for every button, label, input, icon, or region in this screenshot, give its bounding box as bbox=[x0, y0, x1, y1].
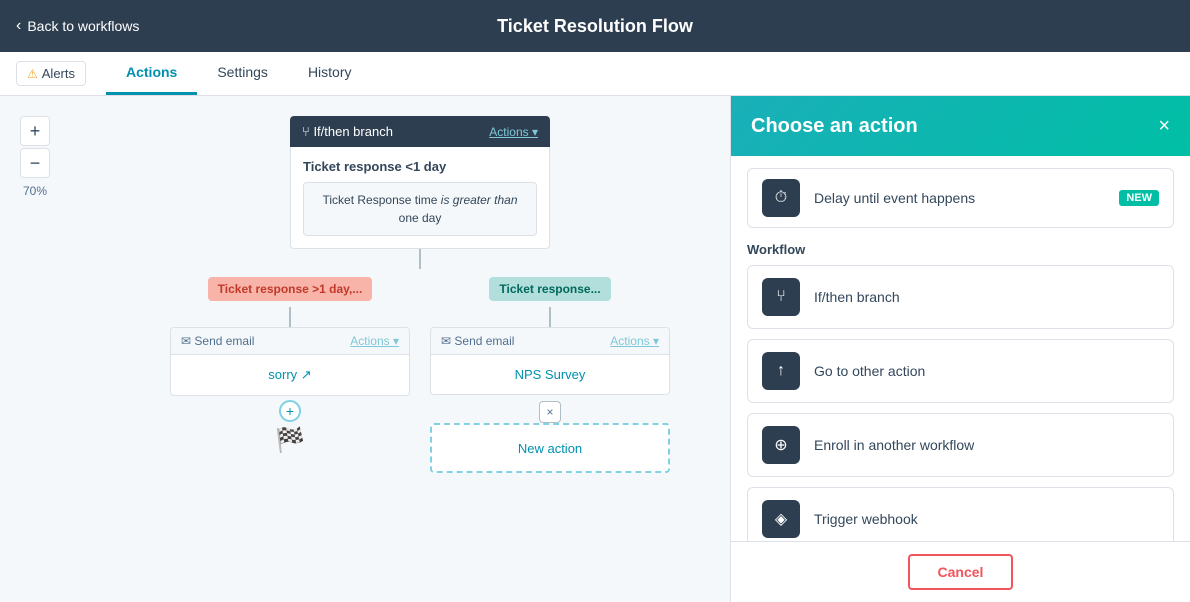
send-email-icon-right: ✉ bbox=[441, 334, 454, 348]
action-node-right-actions[interactable]: Actions ▾ bbox=[610, 334, 659, 348]
enroll-icon: ⊕ bbox=[774, 435, 787, 455]
tab-bar: ⚠ Alerts Actions Settings History bbox=[0, 52, 1190, 96]
if-then-label: If/then branch bbox=[814, 289, 900, 305]
action-node-left-header: ✉ Send email Actions ▾ bbox=[171, 328, 409, 355]
panel-close-button[interactable]: × bbox=[1158, 116, 1170, 136]
panel-body: ⏱ Delay until event happens NEW Workflow… bbox=[731, 156, 1190, 541]
zoom-out-button[interactable]: − bbox=[20, 148, 50, 178]
if-then-branch-item[interactable]: ⑂ If/then branch bbox=[747, 265, 1174, 329]
branch-node-label: If/then branch bbox=[313, 124, 393, 139]
delay-action-item[interactable]: ⏱ Delay until event happens NEW bbox=[747, 168, 1174, 228]
outcome-branch-red: Ticket response >1 day,... ✉ Send email … bbox=[170, 277, 410, 473]
condition-text1: Ticket Response time bbox=[323, 193, 438, 207]
send-email-icon-left: ✉ bbox=[181, 334, 194, 348]
choose-action-panel: Choose an action × ⏱ Delay until event h… bbox=[730, 96, 1190, 602]
workflow-nodes: ⑂ If/then branch Actions ▾ Ticket respon… bbox=[80, 116, 730, 473]
goto-icon-box: ↑ bbox=[762, 352, 800, 390]
delay-new-badge: NEW bbox=[1119, 190, 1159, 206]
condition-keyword: is greater than bbox=[441, 193, 518, 207]
action-node-left[interactable]: ✉ Send email Actions ▾ sorry ↗ bbox=[170, 327, 410, 396]
enroll-workflow-item[interactable]: ⊕ Enroll in another workflow bbox=[747, 413, 1174, 477]
branch-icon-box: ⑂ bbox=[762, 278, 800, 316]
panel-footer: Cancel bbox=[731, 541, 1190, 602]
outcome-label-teal: Ticket response... bbox=[489, 277, 610, 301]
branch-icon: ⑂ bbox=[776, 288, 786, 306]
connector-red bbox=[289, 307, 291, 327]
tab-list: Actions Settings History bbox=[106, 52, 372, 95]
action-node-right[interactable]: ✉ Send email Actions ▾ NPS Survey bbox=[430, 327, 670, 395]
alert-icon: ⚠ bbox=[27, 67, 38, 81]
branch-node-body: Ticket response <1 day Ticket Response t… bbox=[290, 147, 550, 249]
top-nav: ‹ Back to workflows Ticket Resolution Fl… bbox=[0, 0, 1190, 52]
zoom-level: 70% bbox=[20, 184, 50, 198]
enroll-icon-box: ⊕ bbox=[762, 426, 800, 464]
action-node-left-body: sorry ↗ bbox=[171, 355, 409, 395]
branch-node-header[interactable]: ⑂ If/then branch Actions ▾ bbox=[290, 116, 550, 147]
alerts-button[interactable]: ⚠ Alerts bbox=[16, 61, 86, 86]
delay-icon: ⏱ bbox=[775, 189, 787, 207]
alerts-label: Alerts bbox=[42, 66, 75, 81]
close-action-right-button[interactable]: × bbox=[539, 401, 561, 423]
condition-text2: one day bbox=[399, 211, 442, 225]
branch-title: Ticket response <1 day bbox=[303, 159, 537, 174]
panel-header: Choose an action × bbox=[731, 96, 1190, 156]
cancel-button[interactable]: Cancel bbox=[908, 554, 1014, 590]
workflow-canvas: + − 70% ⑂ If/then branch Actions ▾ Ticke… bbox=[0, 96, 730, 602]
new-action-box[interactable]: New action bbox=[430, 423, 670, 473]
branch-node-icon: ⑂ bbox=[302, 124, 310, 139]
action-node-right-body: NPS Survey bbox=[431, 355, 669, 394]
tab-actions[interactable]: Actions bbox=[106, 52, 197, 95]
condition-box: Ticket Response time is greater than one… bbox=[303, 182, 537, 236]
action-node-right-header: ✉ Send email Actions ▾ bbox=[431, 328, 669, 355]
tab-settings[interactable]: Settings bbox=[197, 52, 288, 95]
branch-actions-link[interactable]: Actions ▾ bbox=[489, 125, 538, 139]
back-to-workflows-link[interactable]: ‹ Back to workflows bbox=[16, 17, 139, 35]
delay-icon-box: ⏱ bbox=[762, 179, 800, 217]
connector-teal bbox=[549, 307, 551, 327]
page-title: Ticket Resolution Flow bbox=[497, 16, 693, 37]
webhook-icon: ◈ bbox=[775, 509, 787, 529]
panel-title: Choose an action bbox=[751, 115, 918, 138]
webhook-icon-box: ◈ bbox=[762, 500, 800, 538]
action-node-left-actions[interactable]: Actions ▾ bbox=[350, 334, 399, 348]
back-label: Back to workflows bbox=[27, 18, 139, 34]
zoom-in-button[interactable]: + bbox=[20, 116, 50, 146]
zoom-controls: + − 70% bbox=[20, 116, 50, 198]
close-row: × bbox=[539, 401, 561, 423]
delay-action-label: Delay until event happens bbox=[814, 190, 975, 206]
outcome-label-red: Ticket response >1 day,... bbox=[208, 277, 373, 301]
tab-history[interactable]: History bbox=[288, 52, 372, 95]
trigger-webhook-item[interactable]: ◈ Trigger webhook bbox=[747, 487, 1174, 541]
workflow-section-title: Workflow bbox=[747, 242, 1174, 257]
add-action-left-button[interactable]: + bbox=[279, 400, 301, 422]
goto-icon: ↑ bbox=[777, 362, 785, 380]
enroll-label: Enroll in another workflow bbox=[814, 437, 974, 453]
go-to-other-action-item[interactable]: ↑ Go to other action bbox=[747, 339, 1174, 403]
finish-flag-left: 🏁 bbox=[275, 426, 305, 455]
outcome-branch-teal: Ticket response... ✉ Send email Actions … bbox=[430, 277, 670, 473]
goto-label: Go to other action bbox=[814, 363, 925, 379]
webhook-label: Trigger webhook bbox=[814, 511, 918, 527]
branch-outcomes: Ticket response >1 day,... ✉ Send email … bbox=[80, 277, 730, 473]
main-area: + − 70% ⑂ If/then branch Actions ▾ Ticke… bbox=[0, 96, 1190, 602]
connector-line-1 bbox=[80, 249, 730, 269]
chevron-left-icon: ‹ bbox=[16, 17, 21, 35]
